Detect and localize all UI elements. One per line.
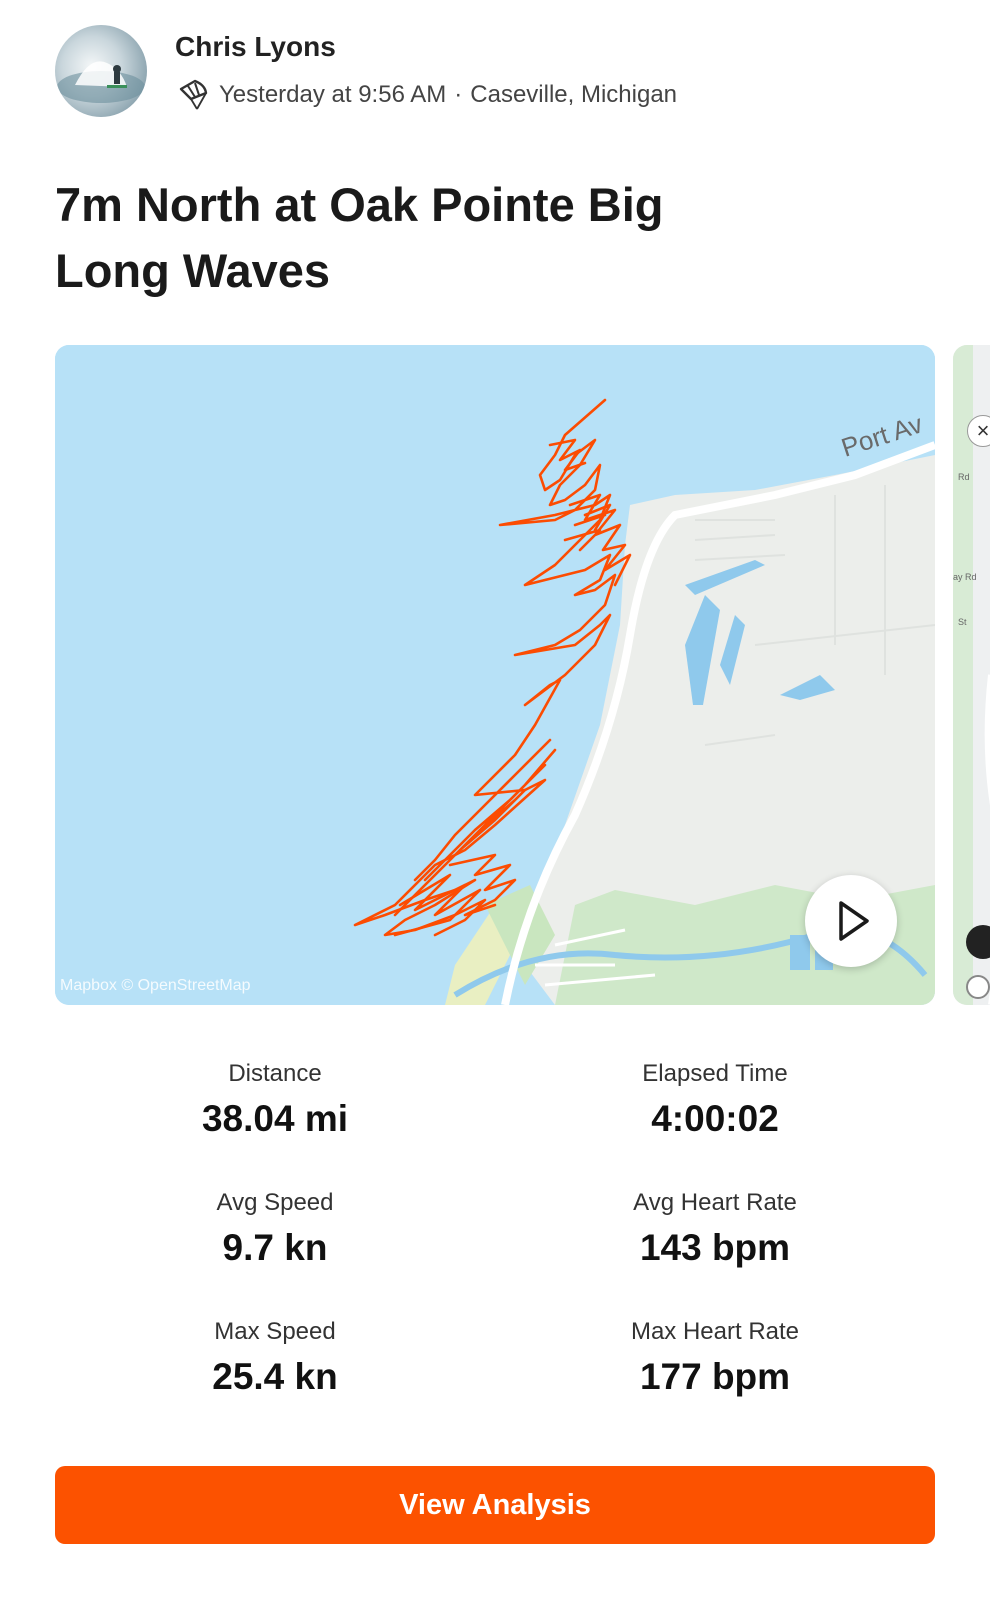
stat-value: 177 bpm (639, 1356, 791, 1397)
activity-meta: Yesterday at 9:56 AM · Caseville, Michig… (175, 77, 677, 113)
stat-label: Elapsed Time (642, 1060, 788, 1087)
next-map-label: St (958, 617, 967, 627)
play-icon (839, 901, 869, 941)
stat-label: Avg Speed (216, 1189, 334, 1216)
activity-title[interactable]: 7m North at Oak Pointe Big Long Waves (55, 172, 755, 304)
athlete-name[interactable]: Chris Lyons (175, 31, 336, 63)
stat-value: 25.4 kn (212, 1356, 338, 1397)
avatar[interactable] (55, 25, 147, 117)
view-analysis-button[interactable]: View Analysis (55, 1466, 935, 1544)
stat-value: 4:00:02 (651, 1098, 779, 1139)
info-icon[interactable] (966, 975, 990, 999)
stat-avg-speed: Avg Speed 9.7 kn (55, 1189, 495, 1269)
stat-elapsed-time: Elapsed Time 4:00:02 (495, 1060, 935, 1140)
stat-label: Avg Heart Rate (633, 1189, 797, 1216)
stat-avg-heart-rate: Avg Heart Rate 143 bpm (495, 1189, 935, 1269)
map-attribution: Mapbox © OpenStreetMap (60, 977, 251, 994)
stat-max-heart-rate: Max Heart Rate 177 bpm (495, 1318, 935, 1398)
next-map-label: ay Rd (953, 572, 977, 582)
next-map-label: Rd (958, 472, 970, 482)
map-canvas: Port Av (55, 345, 935, 1005)
activity-timestamp: Yesterday at 9:56 AM (219, 81, 447, 108)
next-map-card[interactable]: Rd ay Rd St × (953, 345, 990, 1005)
stat-value: 143 bpm (639, 1227, 791, 1268)
stat-max-speed: Max Speed 25.4 kn (55, 1318, 495, 1398)
activity-header: Chris Lyons Yesterday at 9:56 AM · Casev… (55, 25, 955, 120)
kite-icon (179, 79, 208, 110)
meta-separator: · (454, 81, 463, 108)
stat-value: 38.04 mi (201, 1098, 349, 1139)
activity-location: Caseville, Michigan (470, 81, 678, 108)
stat-label: Distance (228, 1060, 322, 1087)
stat-value: 9.7 kn (222, 1227, 328, 1268)
stat-distance: Distance 38.04 mi (55, 1060, 495, 1140)
route-map[interactable]: Port Av Mapbox © OpenStreetMap (55, 345, 935, 1005)
stat-label: Max Speed (214, 1318, 336, 1345)
play-button[interactable] (805, 875, 897, 967)
stat-label: Max Heart Rate (630, 1318, 800, 1345)
